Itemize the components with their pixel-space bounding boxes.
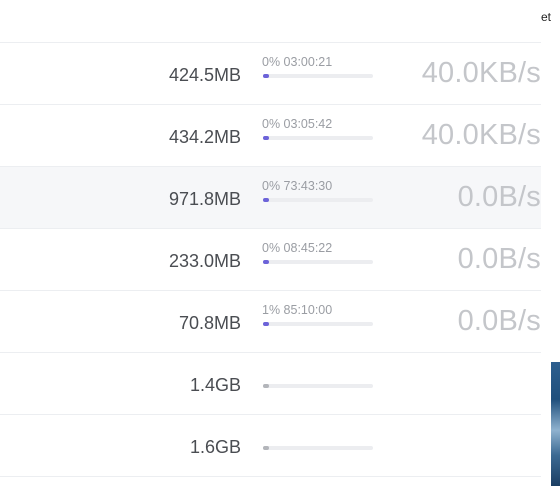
file-size: 424.5MB bbox=[168, 65, 241, 85]
progress-bar bbox=[263, 260, 373, 264]
progress-bar bbox=[263, 446, 373, 450]
file-size: 233.0MB bbox=[168, 251, 241, 271]
progress-bar-fill bbox=[263, 322, 269, 326]
progress-bar-fill bbox=[263, 74, 269, 78]
progress-bar-fill bbox=[263, 384, 269, 388]
file-size: 70.8MB bbox=[178, 313, 241, 333]
progress-eta: 0% 73:43:30 bbox=[262, 179, 333, 193]
transfer-speed: 40.0KB/s bbox=[421, 119, 541, 151]
progress-bar bbox=[263, 198, 373, 202]
file-size: 1.4GB bbox=[189, 375, 241, 395]
progress-eta: 0% 08:45:22 bbox=[262, 241, 333, 255]
progress-eta: 0% 03:05:42 bbox=[262, 117, 333, 131]
progress-bar bbox=[263, 74, 373, 78]
progress-eta: 1% 85:10:00 bbox=[262, 303, 333, 317]
progress-bar bbox=[263, 322, 373, 326]
progress-bar-fill bbox=[263, 136, 269, 140]
transfer-row[interactable]: 233.0MB 0% 08:45:22 0.0B/s bbox=[0, 229, 541, 291]
transfer-row[interactable]: 70.8MB 1% 85:10:00 0.0B/s bbox=[0, 291, 541, 353]
transfer-speed: 0.0B/s bbox=[457, 305, 541, 337]
transfer-speed: 0.0B/s bbox=[457, 181, 541, 213]
transfer-row[interactable]: 1.6GB bbox=[0, 415, 541, 477]
progress-bar-fill bbox=[263, 260, 269, 264]
progress-bar bbox=[263, 384, 373, 388]
background-window-text: et bbox=[541, 10, 552, 24]
transfer-speed: 0.0B/s bbox=[457, 243, 541, 275]
transfer-row[interactable]: 424.5MB 0% 03:00:21 40.0KB/s bbox=[0, 43, 541, 105]
list-header bbox=[0, 0, 541, 43]
transfer-row[interactable]: 434.2MB 0% 03:05:42 40.0KB/s bbox=[0, 105, 541, 167]
background-window-edge: et bbox=[541, 0, 560, 486]
file-size: 434.2MB bbox=[168, 127, 241, 147]
desktop-wallpaper-strip bbox=[551, 362, 560, 486]
transfer-row-hovered[interactable]: 971.8MB 0% 73:43:30 0.0B/s bbox=[0, 167, 541, 229]
screen: 424.5MB 0% 03:00:21 40.0KB/s 434.2MB 0% … bbox=[0, 0, 560, 486]
transfer-row[interactable]: 1.4GB bbox=[0, 353, 541, 415]
progress-bar bbox=[263, 136, 373, 140]
download-list-panel: 424.5MB 0% 03:00:21 40.0KB/s 434.2MB 0% … bbox=[0, 0, 541, 486]
progress-bar-fill bbox=[263, 446, 269, 450]
file-size: 971.8MB bbox=[168, 189, 241, 209]
transfer-speed: 40.0KB/s bbox=[421, 57, 541, 89]
progress-bar-fill bbox=[263, 198, 269, 202]
file-size: 1.6GB bbox=[189, 437, 241, 457]
progress-eta: 0% 03:00:21 bbox=[262, 55, 333, 69]
